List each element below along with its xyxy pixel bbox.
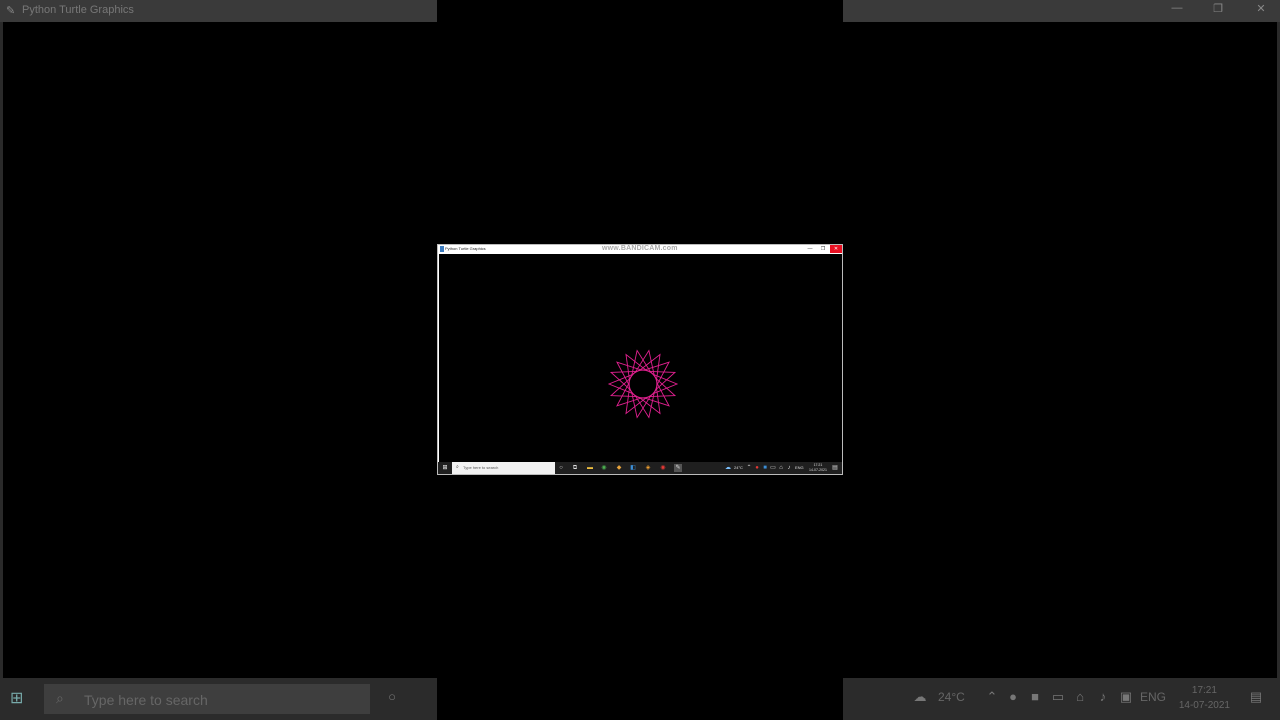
background-search-icon: ⌕ (56, 690, 64, 706)
turtle-canvas (439, 254, 842, 462)
network-icon[interactable]: ⌂ (777, 464, 785, 472)
background-notification-icon: ▤ (1249, 689, 1263, 704)
background-weather-icon: ☁ (913, 689, 927, 704)
chevron-up-icon[interactable]: ⌃ (745, 464, 753, 472)
battery-icon[interactable]: ▭ (769, 464, 777, 472)
background-search-placeholder: Type here to search (84, 692, 208, 708)
volume-icon[interactable]: ♪ (785, 464, 793, 472)
background-battery-icon: ▭ (1051, 689, 1065, 704)
background-tray-blue-icon: ■ (1031, 689, 1039, 704)
window-titlebar[interactable]: Python Turtle Graphics www.BANDICAM.com … (438, 245, 842, 254)
chrome-icon[interactable]: ◉ (600, 464, 608, 472)
bandicam-icon[interactable]: ◉ (659, 464, 667, 472)
background-tray-red-icon: ● (1009, 689, 1017, 704)
background-temperature: 24°C (938, 690, 965, 704)
background-border-left (0, 22, 3, 678)
language[interactable]: ENG (795, 465, 804, 470)
close-button[interactable]: ✕ (830, 245, 842, 253)
maximize-button[interactable]: ❐ (817, 245, 829, 253)
background-time: 17:21 (1191, 685, 1217, 696)
turtle-window: Python Turtle Graphics www.BANDICAM.com … (437, 244, 843, 475)
taskbar: ⊞ ⌕ Type here to search ○ ⧉ ▬ ◉ ◆ ◧ ◈ ◉ … (438, 462, 842, 474)
task-view-icon[interactable]: ⧉ (571, 464, 579, 472)
bandicam-watermark: www.BANDICAM.com (602, 245, 678, 252)
background-maximize-icon: ❐ (1213, 3, 1223, 15)
background-clock: 17:21 14-07-2021 (1179, 683, 1230, 713)
date: 14-07-2021 (809, 468, 827, 472)
app-icon[interactable]: ◆ (615, 464, 623, 472)
search-placeholder: Type here to search (463, 465, 499, 470)
background-chevron-up-icon: ⌃ (986, 689, 998, 704)
python-feather-icon: ✎ (6, 5, 16, 17)
background-display-icon: ▣ (1119, 689, 1133, 704)
search-box[interactable]: ⌕ Type here to search (452, 462, 555, 474)
background-volume-icon: ♪ (1099, 689, 1107, 704)
file-explorer-icon[interactable]: ▬ (586, 464, 594, 472)
background-cortana-icon: ○ (388, 689, 396, 704)
background-minimize-icon: — (1171, 2, 1183, 14)
start-button[interactable]: ⊞ (441, 464, 449, 472)
notification-icon[interactable]: ▤ (831, 464, 839, 472)
background-search-box: ⌕ Type here to search (44, 684, 370, 714)
background-network-icon: ⌂ (1076, 689, 1084, 704)
screen: ✎ Python Turtle Graphics — ❐ ✕ ⊞ ⌕ Type … (0, 0, 1280, 720)
window-title: Python Turtle Graphics (445, 246, 486, 251)
cortana-icon[interactable]: ○ (557, 464, 565, 472)
weather-icon[interactable]: ☁ (724, 464, 732, 472)
minimize-button[interactable]: — (804, 245, 816, 253)
tray-red-icon[interactable]: ● (753, 464, 761, 472)
background-window-title: Python Turtle Graphics (22, 4, 134, 16)
spirograph-star (607, 349, 679, 419)
background-date: 14-07-2021 (1178, 700, 1230, 711)
background-start-icon: ⊞ (10, 690, 24, 707)
python-feather-icon (440, 246, 444, 252)
background-language: ENG (1140, 690, 1167, 704)
clock[interactable]: 17:21 14-07-2021 (809, 463, 827, 473)
search-icon: ⌕ (456, 464, 459, 470)
python-icon[interactable]: ◈ (644, 464, 652, 472)
tray-blue-icon[interactable]: ■ (761, 464, 769, 472)
spirograph-inner-ring (628, 369, 658, 399)
vscode-icon[interactable]: ◧ (629, 464, 637, 472)
turtle-window-taskbar-icon[interactable]: ✎ (674, 464, 682, 472)
background-close-icon: ✕ (1256, 3, 1266, 15)
temperature: 24°C (734, 465, 743, 470)
